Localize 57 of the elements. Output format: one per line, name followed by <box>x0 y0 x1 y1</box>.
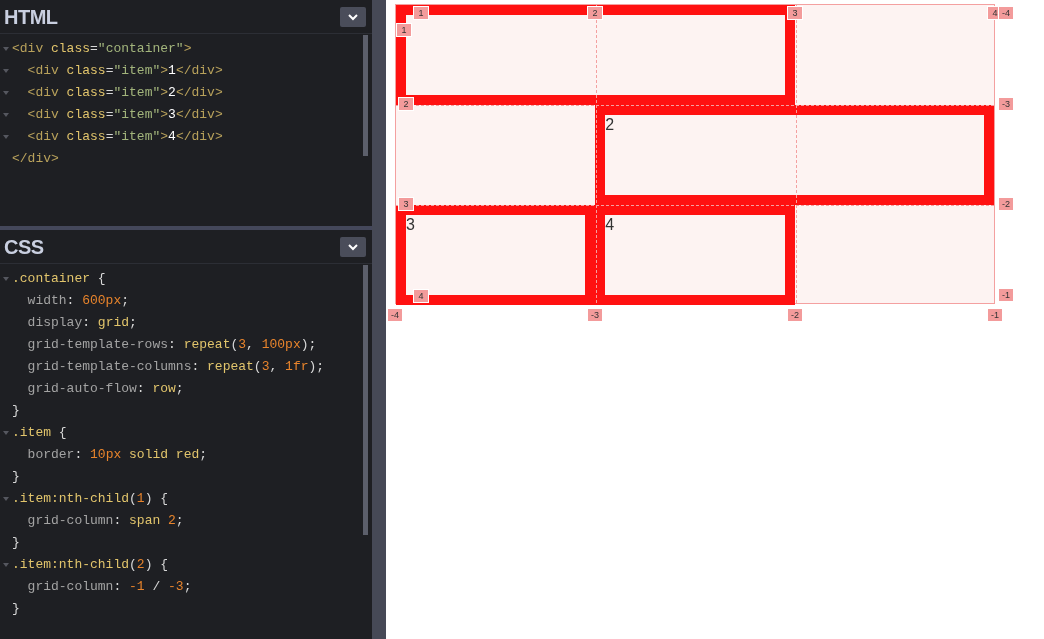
code-line: } <box>12 600 20 619</box>
code-line: display: grid; <box>26 314 137 333</box>
fold-triangle-icon[interactable] <box>3 563 9 567</box>
line-number-badge: -2 <box>998 197 1014 211</box>
line-number-badge: -1 <box>998 288 1014 302</box>
code-line: .item:nth-child(2) { <box>12 556 169 575</box>
fold-triangle-icon[interactable] <box>3 277 9 281</box>
panel-title: HTML <box>4 4 58 30</box>
code-line: } <box>12 468 20 487</box>
item-label: 4 <box>605 215 616 235</box>
line-number-badge: 2 <box>587 6 603 20</box>
item-label: 3 <box>406 215 416 235</box>
code-line: .item:nth-child(1) { <box>12 490 169 509</box>
scrollbar-thumb[interactable] <box>363 265 368 535</box>
code-line: <div class="container"> <box>12 40 192 59</box>
code-line: grid-column: span 2; <box>26 512 184 531</box>
line-number-badge: -1 <box>987 308 1003 322</box>
chevron-down-icon <box>347 12 359 21</box>
fold-triangle-icon[interactable] <box>3 497 9 501</box>
code-line: <div class="item">2</div> <box>26 84 223 103</box>
line-number-badge: -3 <box>587 308 603 322</box>
panel-title: CSS <box>4 234 44 260</box>
line-number-badge: -4 <box>998 6 1014 20</box>
fold-triangle-icon[interactable] <box>3 135 9 139</box>
line-number-badge: 1 <box>396 23 412 37</box>
line-number-badge: 2 <box>398 97 414 111</box>
line-number-badge: 4 <box>413 289 429 303</box>
line-number-badge: -3 <box>998 97 1014 111</box>
fold-triangle-icon[interactable] <box>3 431 9 435</box>
code-line: border: 10px solid red; <box>26 446 208 465</box>
fold-triangle-icon[interactable] <box>3 113 9 117</box>
scrollbar-thumb[interactable] <box>363 35 368 156</box>
code-line: <div class="item">1</div> <box>26 62 223 81</box>
code-line: grid-template-rows: repeat(3, 100px); <box>26 336 317 355</box>
code-line: <div class="item">3</div> <box>26 106 223 125</box>
code-line: } <box>12 534 20 553</box>
code-line: } <box>12 402 20 421</box>
line-number-badge: -2 <box>787 308 803 322</box>
fold-triangle-icon[interactable] <box>3 69 9 73</box>
dropdown-button[interactable] <box>340 6 366 27</box>
code-line: grid-column: -1 / -3; <box>26 578 192 597</box>
chevron-down-icon <box>347 242 359 251</box>
code-line: .container { <box>12 270 106 289</box>
code-line: grid-template-columns: repeat(3, 1fr); <box>26 358 325 377</box>
code-line: grid-auto-flow: row; <box>26 380 184 399</box>
line-number-badge: -4 <box>387 308 403 322</box>
code-line: <div class="item">4</div> <box>26 128 223 147</box>
line-number-badge: 1 <box>413 6 429 20</box>
code-line: .item { <box>12 424 67 443</box>
fold-triangle-icon[interactable] <box>3 47 9 51</box>
line-number-badge: 3 <box>398 197 414 211</box>
code-line: width: 600px; <box>26 292 130 311</box>
item-label: 2 <box>605 115 616 135</box>
fold-triangle-icon[interactable] <box>3 91 9 95</box>
dropdown-button[interactable] <box>340 236 366 257</box>
code-line: </div> <box>12 150 59 169</box>
line-number-badge: 3 <box>787 6 803 20</box>
